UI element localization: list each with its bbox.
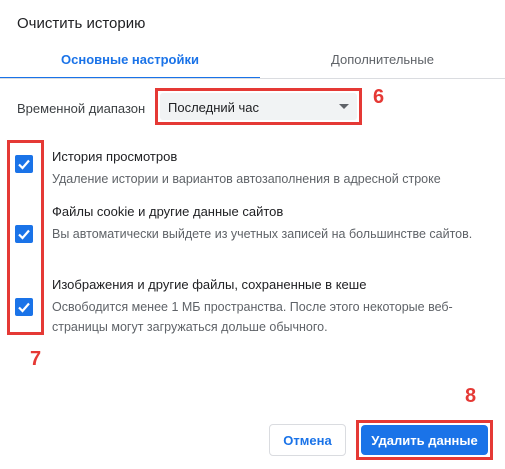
item-title: Изображения и другие файлы, сохраненные … [52,277,367,292]
checkmark-icon [18,302,30,313]
dialog-title: Очистить историю [17,15,146,32]
cookies-checkbox[interactable] [15,225,33,243]
checkmark-icon [18,159,30,170]
cookies-item: Файлы cookie и другие данные сайтов Вы а… [52,203,492,244]
annotation-label-8: 8 [465,385,477,407]
delete-data-button[interactable]: Удалить данные [361,425,488,455]
item-description: Вы автоматически выйдете из учетных запи… [52,227,473,241]
cached-images-checkbox[interactable] [15,298,33,316]
tabs-divider [0,78,505,79]
time-range-select[interactable]: Последний час [160,93,357,120]
item-title: Файлы cookie и другие данные сайтов [52,204,284,219]
item-description: Удаление истории и вариантов автозаполне… [52,172,441,186]
browsing-history-checkbox[interactable] [15,155,33,173]
cached-images-item: Изображения и другие файлы, сохраненные … [52,276,492,337]
dropdown-arrow-icon [339,104,349,109]
cancel-button[interactable]: Отмена [269,424,346,456]
tab-basic-settings[interactable]: Основные настройки [0,48,260,78]
item-description: Освободится менее 1 МБ пространства. Пос… [52,300,453,334]
item-title: История просмотров [52,149,178,164]
time-range-selected-value: Последний час [168,100,260,115]
tab-advanced-settings[interactable]: Дополнительные [260,48,505,78]
checkmark-icon [18,229,30,240]
tab-bar: Основные настройки Дополнительные [0,48,505,78]
browsing-history-item: История просмотров Удаление истории и ва… [52,148,492,189]
annotation-label-7: 7 [30,348,42,370]
annotation-label-6: 6 [373,86,385,108]
time-range-label: Временной диапазон [17,101,146,116]
